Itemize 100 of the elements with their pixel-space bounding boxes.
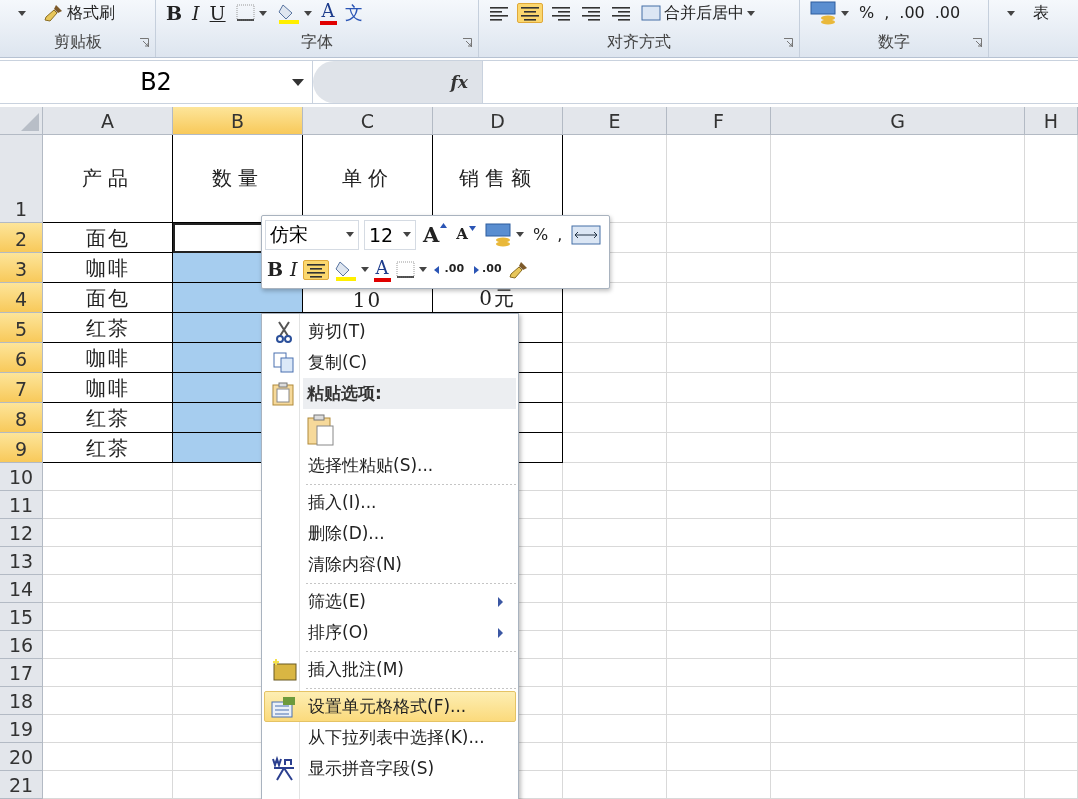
shrink-font-button[interactable]: A xyxy=(454,225,478,244)
row-header[interactable]: 21 xyxy=(0,771,43,799)
brush-icon xyxy=(508,260,529,279)
group-label: 对齐方式 xyxy=(607,32,671,53)
table-cell: 产品 xyxy=(43,135,173,223)
accounting-format-button[interactable] xyxy=(808,0,851,26)
ribbon-button[interactable]: .00 xyxy=(932,3,963,23)
merge-center-button[interactable]: 合并后居中 xyxy=(639,3,757,23)
row-header[interactable]: 15 xyxy=(0,603,43,631)
ribbon-button[interactable]: , xyxy=(882,3,892,23)
dropdown-arrow-icon[interactable] xyxy=(403,232,411,237)
menu-item[interactable]: 显示拼音字段(S) xyxy=(264,753,516,784)
indent-button[interactable] xyxy=(579,4,603,22)
dropdown-arrow-icon[interactable] xyxy=(346,232,354,237)
dialog-launcher-icon[interactable] xyxy=(140,38,149,47)
menu-item[interactable]: 剪切(T) xyxy=(264,316,516,347)
dropdown-arrow-icon[interactable] xyxy=(303,10,312,16)
italic-button[interactable]: I xyxy=(288,258,300,281)
insert-function-button[interactable]: fx xyxy=(450,72,468,92)
column-header[interactable]: B xyxy=(173,107,303,135)
menu-item[interactable]: 选择性粘贴(S)... xyxy=(264,450,516,481)
row-header[interactable]: 4 xyxy=(0,283,43,313)
dropdown-arrow-icon[interactable] xyxy=(360,267,369,272)
row-header[interactable]: 9 xyxy=(0,433,43,463)
table-cell: 面包 xyxy=(43,223,173,253)
row-header[interactable]: 13 xyxy=(0,547,43,575)
phonetic-button[interactable]: 文 xyxy=(342,2,365,24)
column-header[interactable]: A xyxy=(43,107,173,135)
menu-item[interactable]: 从下拉列表中选择(K)... xyxy=(264,722,516,753)
borders-button[interactable] xyxy=(233,3,269,23)
menu-item[interactable]: 插入批注(M) xyxy=(264,654,516,685)
row-header[interactable]: 1 xyxy=(0,135,43,223)
ribbon-button[interactable]: % xyxy=(857,3,877,23)
menu-item[interactable]: 插入(I)... xyxy=(264,487,516,518)
increase-decimal-button[interactable]: .00 xyxy=(431,262,467,277)
ribbon-button[interactable]: % xyxy=(530,224,551,245)
dialog-launcher-icon[interactable] xyxy=(784,38,793,47)
accounting-format-button[interactable] xyxy=(482,221,526,248)
menu-item[interactable]: 排序(O) xyxy=(264,617,516,648)
dropdown-arrow-icon[interactable] xyxy=(841,10,849,16)
dialog-launcher-icon[interactable] xyxy=(463,38,472,47)
row-header[interactable]: 20 xyxy=(0,743,43,771)
group-label: 剪贴板 xyxy=(53,32,102,53)
wrap-text-button[interactable] xyxy=(569,223,604,246)
row-header[interactable]: 12 xyxy=(0,519,43,547)
ribbon-button[interactable]: .00 xyxy=(897,3,927,23)
bold-button[interactable]: B xyxy=(164,1,185,25)
indent-icon xyxy=(611,5,631,21)
grow-font-button[interactable]: A xyxy=(421,221,450,248)
align-button[interactable] xyxy=(517,3,543,23)
align-button[interactable] xyxy=(549,4,573,22)
copy-icon xyxy=(272,351,295,374)
row-header[interactable]: 18 xyxy=(0,687,43,715)
row-header[interactable]: 3 xyxy=(0,253,43,283)
dropdown-arrow-icon[interactable] xyxy=(515,232,524,237)
column-header[interactable]: F xyxy=(667,107,771,135)
row-header[interactable]: 10 xyxy=(0,463,43,491)
menu-item[interactable]: 设置单元格格式(F)... xyxy=(264,691,516,722)
menu-item[interactable]: 筛选(E) xyxy=(264,586,516,617)
italic-button[interactable]: I xyxy=(190,1,202,25)
underline-button[interactable]: U xyxy=(207,1,228,25)
menu-item[interactable]: 删除(D)... xyxy=(264,518,516,549)
column-header[interactable]: E xyxy=(563,107,667,135)
column-header[interactable]: D xyxy=(433,107,563,135)
align-button[interactable] xyxy=(487,4,511,22)
align-button[interactable] xyxy=(302,259,329,280)
decrease-decimal-button[interactable]: .00 xyxy=(469,262,504,277)
borders-button[interactable] xyxy=(393,259,429,280)
font-name-field[interactable]: 仿宋 xyxy=(265,219,359,250)
menu-item[interactable]: 复制(C) xyxy=(264,347,516,378)
row-header[interactable]: 16 xyxy=(0,631,43,659)
column-header[interactable]: C xyxy=(303,107,433,135)
row-header[interactable]: 8 xyxy=(0,403,43,433)
ribbon-button[interactable]: , xyxy=(555,224,565,245)
font-color-button[interactable]: A xyxy=(373,257,391,282)
row-header[interactable]: 5 xyxy=(0,313,43,343)
row-header[interactable]: 2 xyxy=(0,223,43,253)
dialog-launcher-icon[interactable] xyxy=(973,38,982,47)
dropdown-arrow-icon[interactable] xyxy=(747,10,755,16)
arrow-icon xyxy=(433,265,442,274)
row-header[interactable]: 14 xyxy=(0,575,43,603)
row-header[interactable]: 7 xyxy=(0,373,43,403)
dropdown-arrow-icon[interactable] xyxy=(18,10,26,16)
dropdown-arrow-icon[interactable] xyxy=(418,267,427,272)
ribbon-button[interactable]: 表 xyxy=(1031,3,1051,23)
row-header[interactable]: 11 xyxy=(0,491,43,519)
indent-button[interactable] xyxy=(609,4,633,22)
column-header[interactable]: G xyxy=(771,107,1025,135)
dropdown-arrow-icon[interactable] xyxy=(258,10,267,16)
format-painter-button[interactable]: 格式刷 xyxy=(42,3,117,23)
menu-item[interactable]: 清除内容(N) xyxy=(264,549,516,580)
row-header[interactable]: 17 xyxy=(0,659,43,687)
row-header[interactable]: 6 xyxy=(0,343,43,373)
column-header[interactable]: H xyxy=(1025,107,1078,135)
row-header[interactable]: 19 xyxy=(0,715,43,743)
dropdown-arrow-icon[interactable] xyxy=(1007,10,1015,16)
bold-button[interactable]: B xyxy=(265,258,286,281)
name-box[interactable]: B2 xyxy=(0,61,313,103)
font-color-button[interactable]: A xyxy=(319,1,337,25)
font-size-field[interactable]: 12 xyxy=(364,219,416,250)
